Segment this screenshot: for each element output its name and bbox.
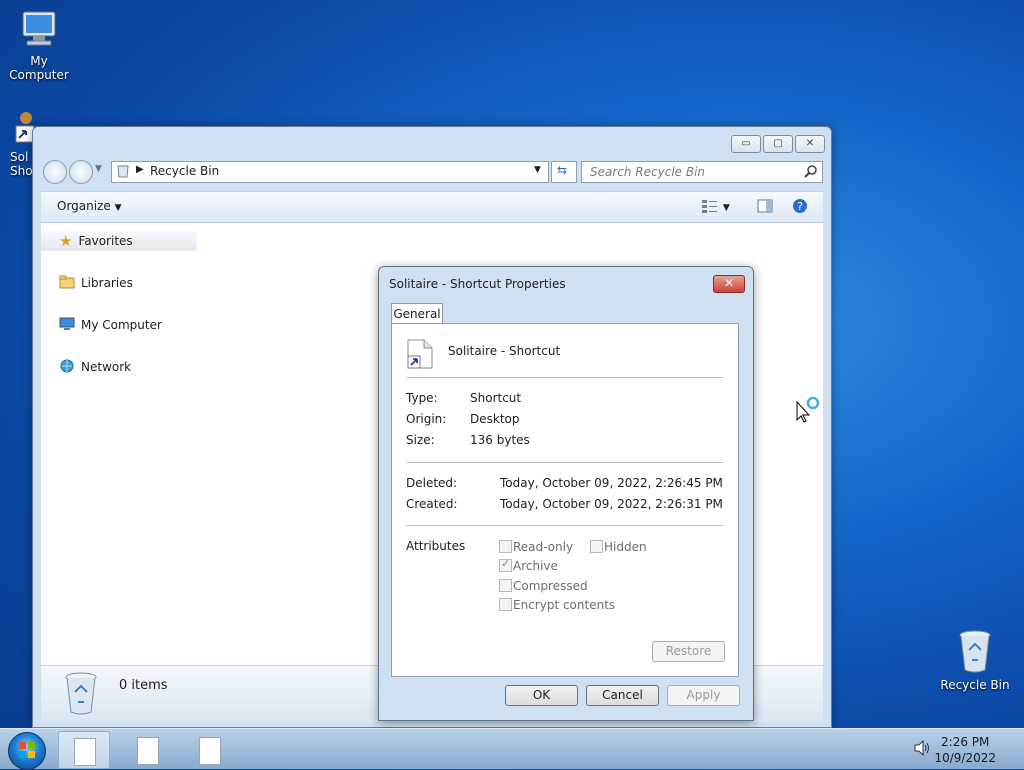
preview-pane-button[interactable]	[757, 198, 773, 217]
created-value: Today, October 09, 2022, 2:26:31 PM	[500, 497, 723, 511]
network-icon	[59, 359, 75, 376]
breadcrumb-chevron-icon[interactable]: ▶	[136, 164, 144, 175]
divider	[406, 462, 724, 463]
archive-checkbox[interactable]: ✓	[499, 557, 512, 572]
close-button[interactable]: ✕	[795, 135, 825, 153]
search-placeholder: Search Recycle Bin	[590, 165, 706, 179]
file-name: Solitaire - Shortcut	[448, 344, 561, 358]
forward-button[interactable]	[69, 160, 93, 184]
nav-item-label: Favorites	[78, 234, 133, 248]
volume-icon[interactable]	[913, 739, 931, 759]
document-icon	[199, 737, 221, 765]
nav-item-label: Libraries	[81, 276, 133, 290]
encrypt-checkbox[interactable]	[499, 598, 512, 611]
history-dropdown-icon[interactable]: ▼	[95, 164, 102, 174]
hidden-label: Hidden	[604, 540, 647, 554]
deleted-value: Today, October 09, 2022, 2:26:45 PM	[500, 476, 723, 490]
item-count: 0 items	[119, 678, 168, 693]
apply-button[interactable]: Apply	[667, 685, 740, 706]
type-label: Type:	[406, 391, 438, 405]
chevron-down-icon: ▼	[722, 203, 730, 213]
desktop-icon-label: Recycle Bin	[940, 678, 1010, 692]
created-label: Created:	[406, 497, 458, 511]
taskbar-item-document[interactable]	[184, 731, 234, 767]
tab-general[interactable]: General	[391, 303, 443, 324]
general-tab-panel: Solitaire - Shortcut Type: Shortcut Orig…	[391, 323, 739, 677]
refresh-icon: ⇆	[557, 163, 568, 177]
nav-item-libraries[interactable]: Libraries	[59, 273, 133, 293]
libraries-icon	[59, 275, 75, 292]
recycle-bin-icon	[958, 630, 992, 674]
size-value: 136 bytes	[470, 433, 530, 447]
busy-cursor-icon	[796, 396, 822, 427]
read-only-checkbox[interactable]	[499, 540, 512, 553]
document-icon	[74, 738, 96, 766]
type-value: Shortcut	[470, 391, 522, 405]
attributes-label: Attributes	[406, 539, 466, 553]
chevron-down-icon: ▼	[114, 203, 122, 213]
archive-label: Archive	[513, 559, 558, 573]
back-button[interactable]	[43, 160, 67, 184]
properties-dialog: Solitaire - Shortcut Properties ✕ Genera…	[378, 266, 754, 721]
origin-value: Desktop	[470, 412, 520, 426]
nav-item-network[interactable]: Network	[59, 357, 131, 377]
checkmark-icon: ✓	[501, 557, 511, 570]
recycle-bin-small-icon	[116, 164, 130, 181]
maximize-button[interactable]: ▢	[763, 135, 793, 153]
nav-item-favorites[interactable]: ★ Favorites	[59, 231, 133, 251]
computer-icon	[59, 317, 75, 334]
divider	[406, 525, 724, 526]
help-icon[interactable]: ?	[792, 198, 808, 217]
taskbar-item-document[interactable]	[122, 731, 172, 767]
nav-item-label: My Computer	[81, 318, 162, 332]
clock-time: 2:26 PM	[941, 735, 990, 749]
ok-button[interactable]: OK	[505, 685, 578, 706]
nav-item-label: Network	[81, 360, 132, 374]
deleted-label: Deleted:	[406, 476, 458, 490]
desktop-icon-my-computer[interactable]: My Computer	[0, 10, 78, 82]
window-controls: ▭ ▢ ✕	[731, 135, 825, 153]
document-icon	[137, 737, 159, 765]
view-options-button[interactable]: ▼	[701, 198, 730, 217]
clock-date: 10/9/2022	[934, 751, 996, 765]
organize-button[interactable]: Organize ▼	[57, 199, 122, 213]
address-bar[interactable]: ▶ Recycle Bin ▼	[111, 161, 549, 183]
start-button[interactable]	[8, 732, 46, 770]
windows-logo-icon	[18, 741, 36, 762]
refresh-button[interactable]: ⇆	[551, 161, 577, 183]
dialog-close-button[interactable]: ✕	[713, 275, 745, 293]
taskbar-item-explorer[interactable]	[58, 731, 110, 769]
restore-button[interactable]: Restore	[652, 641, 725, 662]
tray-clock[interactable]: 2:26 PM 10/9/2022	[934, 734, 996, 766]
size-label: Size:	[406, 433, 435, 447]
minimize-button[interactable]: ▭	[731, 135, 761, 153]
navigation-pane: ★ Favorites Libraries My Computer Networ…	[41, 223, 200, 665]
star-icon: ★	[59, 232, 73, 250]
encrypt-label: Encrypt contents	[513, 598, 616, 612]
organize-label: Organize	[57, 199, 111, 213]
compressed-checkbox[interactable]	[499, 579, 512, 592]
computer-icon	[17, 10, 61, 50]
divider	[406, 377, 724, 378]
origin-label: Origin:	[406, 412, 447, 426]
read-only-label: Read-only	[513, 540, 574, 554]
svg-text:?: ?	[797, 200, 803, 213]
hidden-checkbox[interactable]	[590, 540, 603, 553]
dialog-title: Solitaire - Shortcut Properties	[389, 277, 566, 291]
search-input[interactable]: Search Recycle Bin	[581, 161, 823, 183]
recycle-bin-icon	[63, 672, 99, 719]
address-dropdown-icon[interactable]: ▼	[534, 165, 541, 175]
toolbar: Organize ▼ ▼ ?	[41, 191, 823, 223]
search-icon[interactable]	[804, 164, 818, 181]
address-row: ▼ ▶ Recycle Bin ▼ ⇆ Search Recycle Bin	[41, 159, 823, 184]
shortcut-file-icon	[404, 338, 434, 373]
taskbar: 2:26 PM 10/9/2022	[0, 728, 1024, 770]
nav-item-my-computer[interactable]: My Computer	[59, 315, 162, 335]
compressed-label: Compressed	[513, 579, 588, 593]
desktop-icon-recycle-bin[interactable]: Recycle Bin	[940, 630, 1010, 692]
cancel-button[interactable]: Cancel	[586, 685, 659, 706]
desktop-icon-label: My Computer	[9, 54, 69, 82]
breadcrumb: Recycle Bin	[150, 164, 220, 178]
